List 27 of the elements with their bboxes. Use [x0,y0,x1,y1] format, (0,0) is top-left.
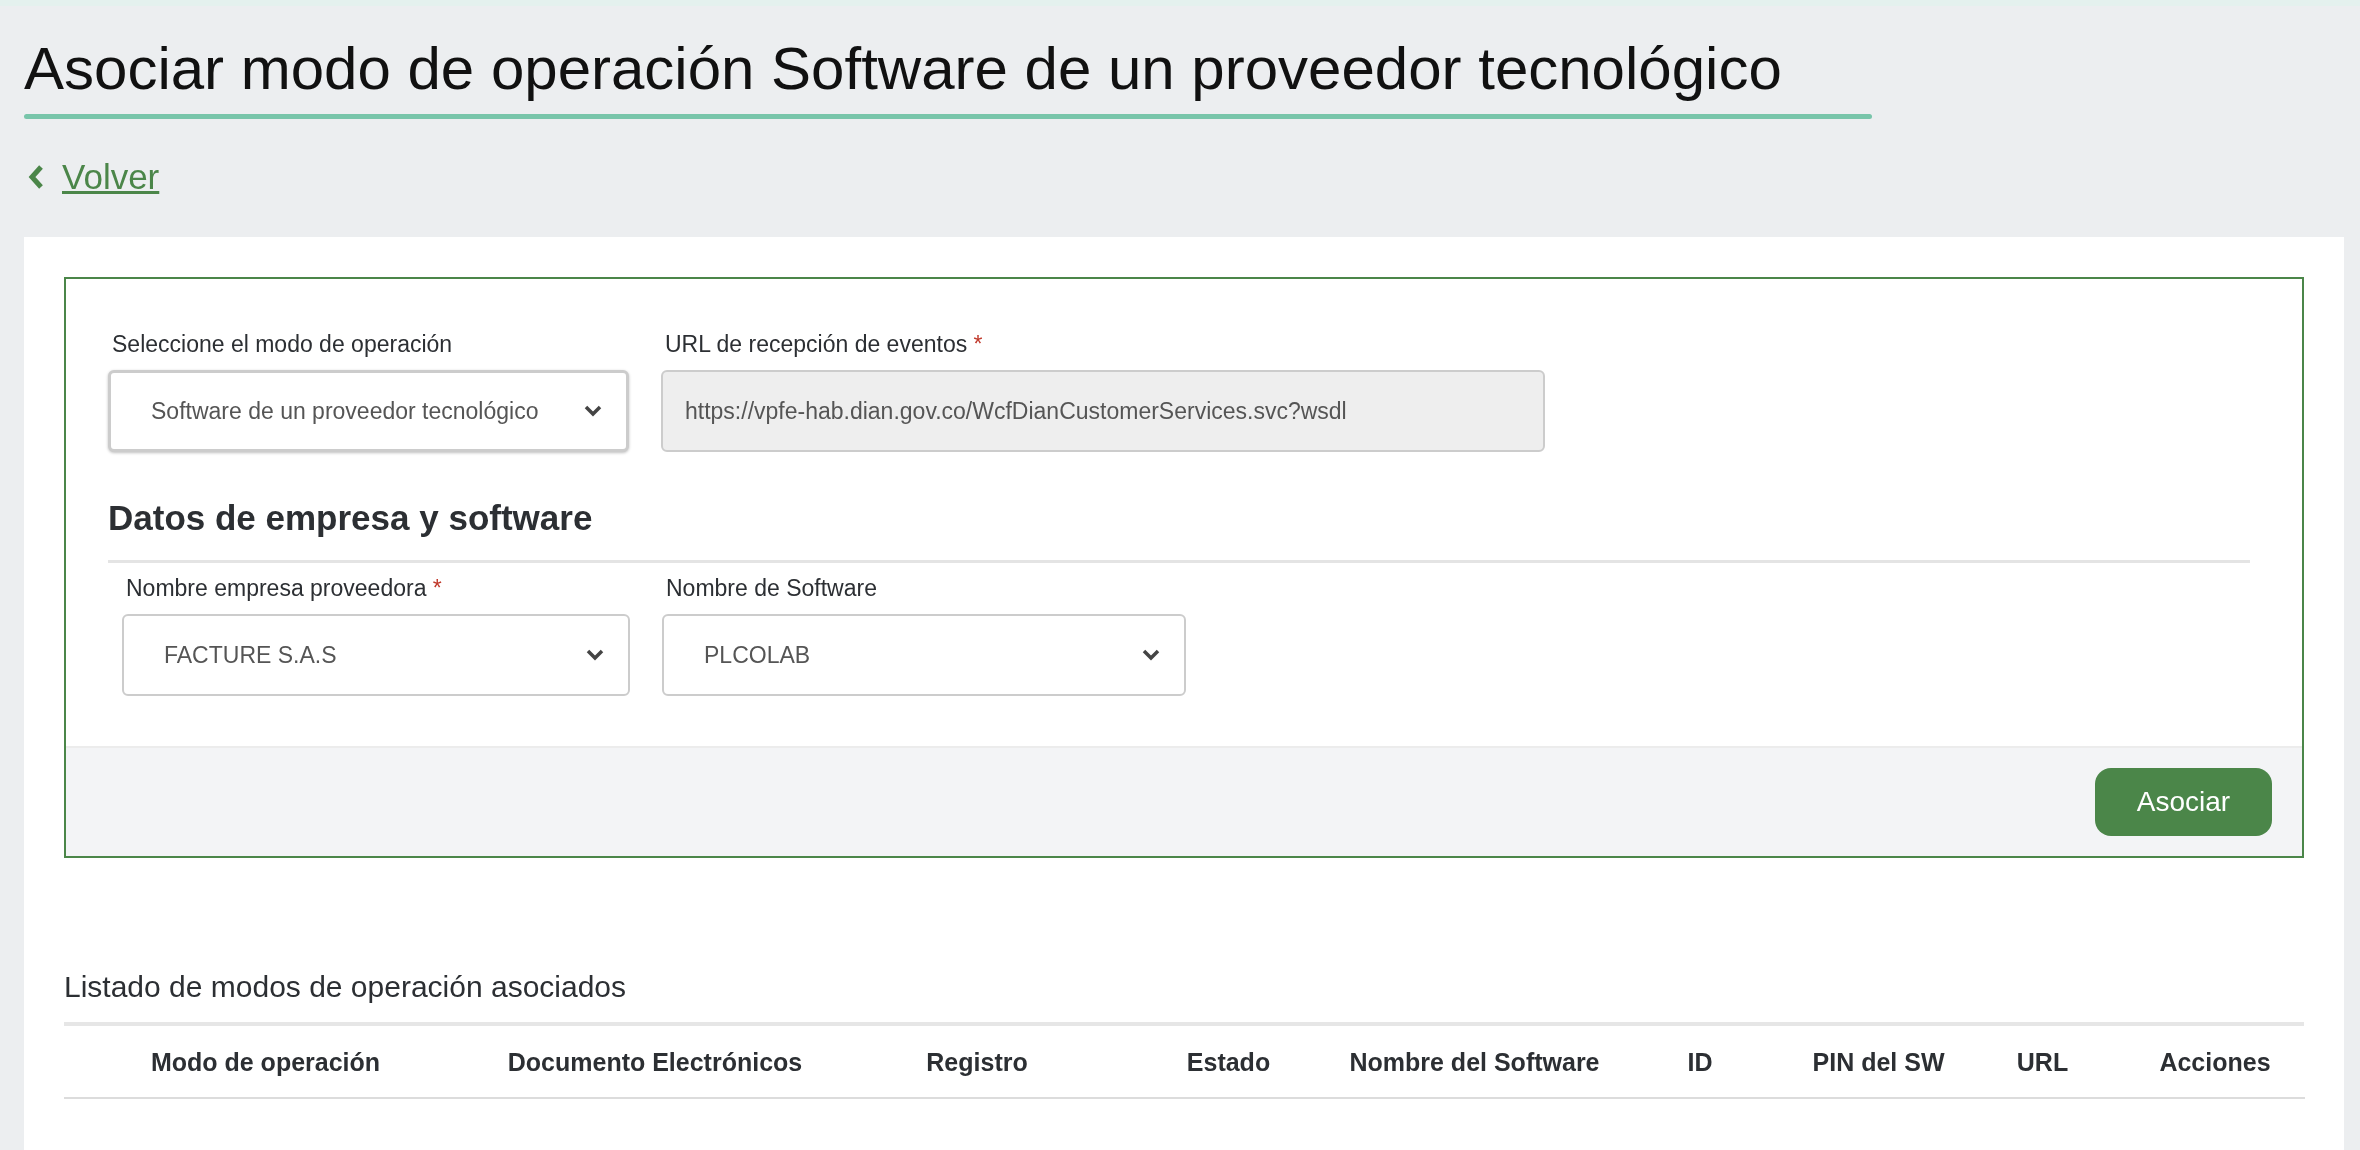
list-title: Listado de modos de operación asociados [64,970,628,1004]
chevron-down-icon [586,649,604,661]
chevron-down-icon [1142,649,1160,661]
column-header: Estado [1111,1026,1346,1099]
select-field[interactable]: FACTURE S.A.S [122,614,630,696]
column-header: URL [1960,1026,2125,1099]
column-header: Nombre del Software [1346,1026,1603,1099]
column-header: ID [1603,1026,1797,1099]
column-header: Documento Electrónicos [467,1026,843,1099]
select-field[interactable]: PLCOLAB [662,614,1186,696]
required-mark: * [973,331,983,357]
column-header: Registro [843,1026,1111,1099]
required-mark: * [432,575,442,601]
field-label: Nombre de Software [665,575,878,602]
section-heading: Datos de empresa y software [108,498,594,538]
column-header: Acciones [2125,1026,2305,1099]
column-header: Modo de operación [64,1026,467,1099]
back-link[interactable]: Volver [28,157,160,197]
select-field[interactable]: Software de un proveedor tecnológico [108,370,629,452]
associate-button[interactable]: Asociar [2095,768,2272,836]
field-label: URL de recepción de eventos * [664,331,984,358]
field-label: Seleccione el modo de operación [111,331,454,358]
column-header: PIN del SW [1797,1026,1960,1099]
chevron-down-icon [584,405,602,417]
field-label: Nombre empresa proveedora * [125,575,443,602]
chevron-left-icon [28,164,44,190]
page-title: Asociar modo de operación Software de un proveedor tecnológico [24,36,1782,102]
